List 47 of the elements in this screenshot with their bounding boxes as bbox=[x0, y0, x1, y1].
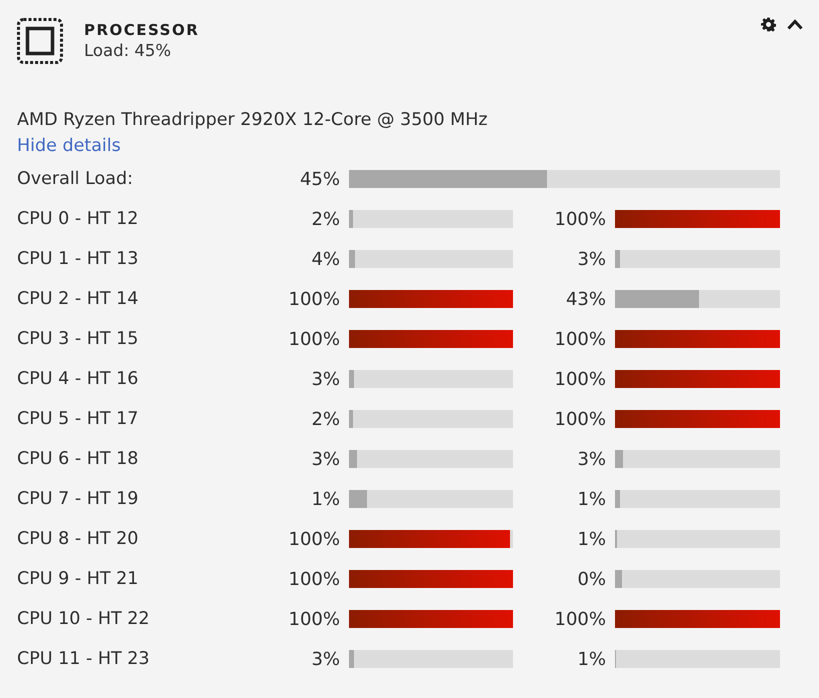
load-percent: 3% bbox=[576, 248, 607, 272]
load-percent: 2% bbox=[310, 208, 341, 232]
load-percent: 100% bbox=[288, 528, 341, 552]
caret-up-icon bbox=[787, 19, 803, 30]
load-percent: 100% bbox=[554, 208, 607, 232]
load-summary: Load: 45% bbox=[84, 40, 172, 62]
load-percent: 1% bbox=[310, 488, 341, 512]
widget-title: PROCESSOR bbox=[84, 20, 200, 40]
load-percent: 2% bbox=[310, 408, 341, 432]
load-percent: 4% bbox=[310, 248, 341, 272]
load-percent: 1% bbox=[576, 648, 607, 672]
core-label: CPU 3 - HT 15 bbox=[17, 328, 140, 351]
collapse-button[interactable] bbox=[787, 19, 803, 30]
processor-chip-icon bbox=[17, 18, 63, 64]
overall-load-label: Overall Load: bbox=[17, 168, 134, 191]
load-percent: 100% bbox=[288, 328, 341, 352]
settings-icon bbox=[761, 17, 776, 32]
load-percent: 100% bbox=[288, 608, 341, 632]
load-percent: 100% bbox=[554, 368, 607, 392]
core-label: CPU 6 - HT 18 bbox=[17, 448, 140, 471]
core-label: CPU 11 - HT 23 bbox=[17, 648, 151, 671]
settings-button[interactable] bbox=[761, 17, 776, 32]
core-label: CPU 10 - HT 22 bbox=[17, 608, 151, 631]
core-label: CPU 4 - HT 16 bbox=[17, 368, 140, 391]
load-percent: 3% bbox=[310, 368, 341, 392]
load-percent: 100% bbox=[554, 328, 607, 352]
core-label: CPU 5 - HT 17 bbox=[17, 408, 140, 431]
hide-details-link[interactable]: Hide details bbox=[17, 136, 121, 156]
core-label: CPU 7 - HT 19 bbox=[17, 488, 140, 511]
load-percent: 100% bbox=[554, 608, 607, 632]
load-percent: 3% bbox=[310, 648, 341, 672]
core-label: CPU 8 - HT 20 bbox=[17, 528, 140, 551]
load-percent: 0% bbox=[576, 568, 607, 592]
load-percent: 100% bbox=[554, 408, 607, 432]
load-percent: 43% bbox=[564, 288, 607, 312]
core-label: CPU 2 - HT 14 bbox=[17, 288, 140, 311]
load-percent: 100% bbox=[288, 288, 341, 312]
load-percent: 3% bbox=[310, 448, 341, 472]
load-percent: 3% bbox=[576, 448, 607, 472]
load-percent: 1% bbox=[576, 528, 607, 552]
processor-model: AMD Ryzen Threadripper 2920X 12-Core @ 3500 MHz bbox=[17, 109, 489, 132]
load-percent: 100% bbox=[288, 568, 341, 592]
core-label: CPU 9 - HT 21 bbox=[17, 568, 140, 591]
load-percent: 1% bbox=[576, 488, 607, 512]
core-label: CPU 1 - HT 13 bbox=[17, 248, 140, 271]
core-label: CPU 0 - HT 12 bbox=[17, 208, 140, 231]
load-percent: 45% bbox=[298, 168, 341, 192]
